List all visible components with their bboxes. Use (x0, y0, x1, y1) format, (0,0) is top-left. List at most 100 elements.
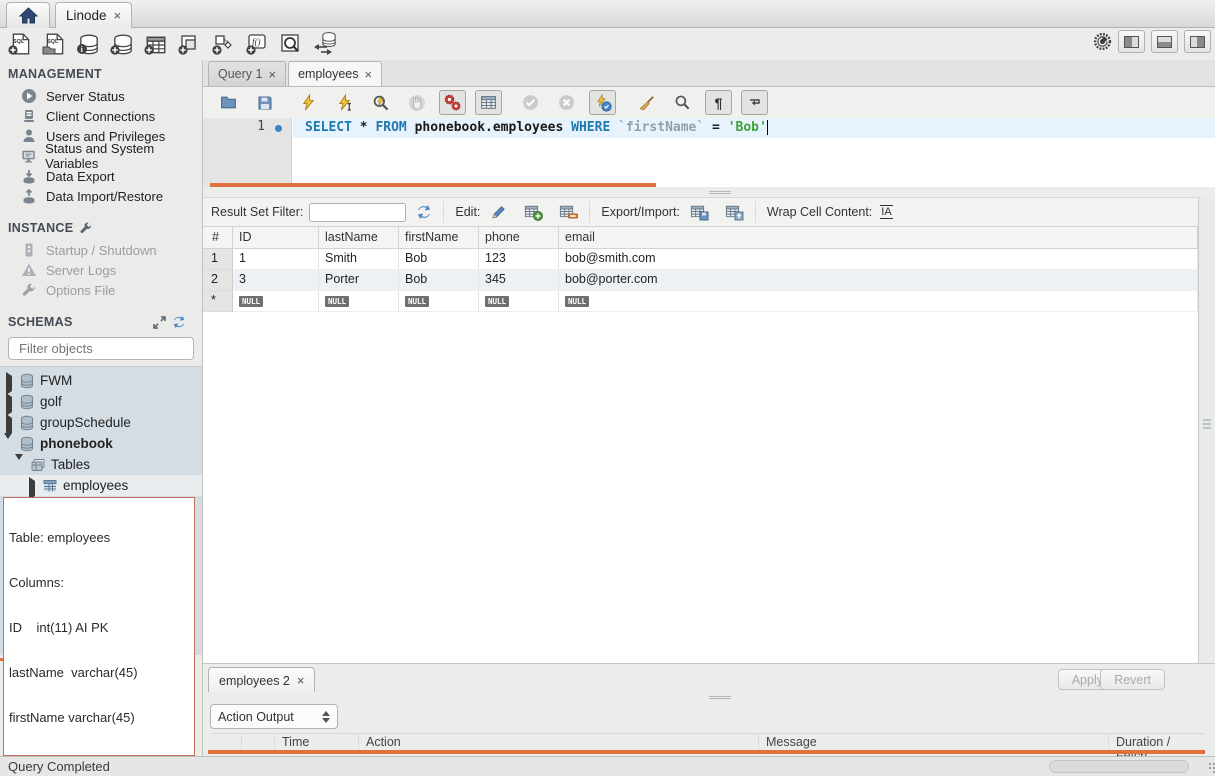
toggle-right-sidebar-button[interactable] (1184, 30, 1211, 53)
row-number[interactable]: 1 (203, 249, 233, 270)
output-col-time[interactable]: Time (275, 734, 359, 750)
toggle-autocommit-button[interactable] (589, 90, 616, 115)
revert-button[interactable]: Revert (1100, 669, 1165, 690)
limit-rows-button[interactable] (475, 90, 502, 115)
cell-null[interactable]: NULL (399, 291, 479, 312)
close-icon[interactable]: × (297, 673, 305, 688)
cell-firstname[interactable]: Bob (399, 249, 479, 270)
cell-email[interactable]: bob@porter.com (559, 270, 1198, 291)
sidebar-item-data-import[interactable]: Data Import/Restore (0, 186, 202, 206)
find-button[interactable] (669, 90, 696, 115)
sql-editor[interactable]: 1 SELECT * FROM phonebook.employees WHER… (203, 118, 1215, 187)
create-schema-icon[interactable] (106, 30, 136, 58)
expand-arrow-icon[interactable] (4, 376, 14, 386)
sidebar-item-client-connections[interactable]: Client Connections (0, 106, 202, 126)
editor-results-splitter[interactable] (203, 187, 1215, 197)
execute-button[interactable] (295, 90, 322, 115)
column-header-firstname[interactable]: firstName (399, 227, 479, 248)
expand-arrow-icon[interactable] (4, 418, 14, 428)
schema-inspector-icon[interactable]: i (72, 30, 102, 58)
toggle-stop-on-error-button[interactable] (439, 90, 466, 115)
insert-record-icon[interactable] (524, 204, 543, 221)
refresh-results-icon[interactable] (416, 204, 432, 220)
tree-item-schema[interactable]: golf (0, 391, 202, 412)
cell-lastname[interactable]: Smith (319, 249, 399, 270)
resize-grip-icon[interactable] (1209, 763, 1211, 765)
beautify-button[interactable] (633, 90, 660, 115)
delete-record-icon[interactable] (559, 204, 578, 221)
create-function-icon[interactable]: f() (242, 30, 272, 58)
rollback-button[interactable] (553, 90, 580, 115)
result-filter-input[interactable] (309, 203, 406, 222)
home-tab[interactable] (6, 2, 50, 28)
toggle-left-sidebar-button[interactable] (1118, 30, 1145, 53)
commit-button[interactable] (517, 90, 544, 115)
toggle-wrap-button[interactable] (741, 90, 768, 115)
cell-phone[interactable]: 345 (479, 270, 559, 291)
column-header-email[interactable]: email (559, 227, 1198, 248)
new-row-marker[interactable]: * (203, 291, 233, 312)
stop-button[interactable] (403, 90, 430, 115)
import-records-icon[interactable] (725, 204, 744, 221)
cell-firstname[interactable]: Bob (399, 270, 479, 291)
create-stored-procedure-icon[interactable] (208, 30, 238, 58)
tree-item-tables[interactable]: Tables (0, 454, 202, 475)
collapse-arrow-icon[interactable] (4, 439, 14, 449)
cell-id[interactable]: 1 (233, 249, 319, 270)
output-type-dropdown[interactable]: Action Output (210, 704, 338, 729)
refresh-schemas-icon[interactable] (172, 315, 186, 329)
edit-record-icon[interactable] (490, 204, 508, 220)
cell-null[interactable]: NULL (479, 291, 559, 312)
cell-phone[interactable]: 123 (479, 249, 559, 270)
output-col-message[interactable]: Message (759, 734, 1109, 750)
connection-tab[interactable]: Linode × (55, 2, 132, 28)
close-icon[interactable]: × (268, 67, 276, 82)
expand-arrow-icon[interactable] (4, 397, 14, 407)
sidebar-item-options-file[interactable]: Options File (0, 280, 202, 300)
close-icon[interactable]: × (365, 67, 373, 82)
open-script-button[interactable] (215, 90, 242, 115)
export-recordset-icon[interactable] (690, 204, 709, 221)
column-header-phone[interactable]: phone (479, 227, 559, 248)
show-invisibles-button[interactable]: ¶ (705, 90, 732, 115)
tab-employees[interactable]: employees × (288, 61, 382, 86)
column-header-lastname[interactable]: lastName (319, 227, 399, 248)
cell-email[interactable]: bob@smith.com (559, 249, 1198, 270)
create-view-icon[interactable] (174, 30, 204, 58)
tree-item-table-employees[interactable]: employees (0, 475, 202, 496)
wrap-cell-content-icon[interactable]: IA (880, 205, 892, 219)
sidebar-item-server-status[interactable]: Server Status (0, 86, 202, 106)
column-header-id[interactable]: ID (233, 227, 319, 248)
output-col-duration[interactable]: Duration / Fetch (1109, 734, 1205, 750)
column-header-rownum[interactable]: # (203, 227, 233, 248)
search-table-data-icon[interactable] (276, 30, 306, 58)
sidebar-item-server-logs[interactable]: Server Logs (0, 260, 202, 280)
expand-arrow-icon[interactable] (27, 481, 37, 491)
sql-code-line[interactable]: SELECT * FROM phonebook.employees WHERE … (305, 120, 768, 135)
schema-filter-input[interactable] (19, 341, 195, 356)
collapsed-right-panel[interactable] (1198, 197, 1215, 663)
tree-item-schema-phonebook[interactable]: phonebook (0, 433, 202, 454)
open-sql-script-icon[interactable]: SQL (38, 30, 68, 58)
output-splitter[interactable] (203, 692, 1215, 702)
cell-lastname[interactable]: Porter (319, 270, 399, 291)
cell-id[interactable]: 3 (233, 270, 319, 291)
row-number[interactable]: 2 (203, 270, 233, 291)
tree-item-schema[interactable]: groupSchedule (0, 412, 202, 433)
horizontal-scrollbar-thumb[interactable] (1049, 760, 1189, 773)
output-col-action[interactable]: Action (359, 734, 759, 750)
reconnect-dbms-icon[interactable] (310, 30, 340, 58)
toggle-bottom-panel-button[interactable] (1151, 30, 1178, 53)
cell-null[interactable]: NULL (233, 291, 319, 312)
save-script-button[interactable] (251, 90, 278, 115)
execute-current-button[interactable] (331, 90, 358, 115)
expand-panel-icon[interactable] (153, 316, 166, 329)
close-icon[interactable]: × (114, 8, 122, 23)
tree-item-schema[interactable]: FWM (0, 370, 202, 391)
tab-query-1[interactable]: Query 1 × (208, 61, 286, 86)
create-table-icon[interactable] (140, 30, 170, 58)
cell-null[interactable]: NULL (319, 291, 399, 312)
new-sql-tab-icon[interactable]: SQL (4, 30, 34, 58)
explain-button[interactable] (367, 90, 394, 115)
collapse-arrow-icon[interactable] (15, 460, 25, 470)
